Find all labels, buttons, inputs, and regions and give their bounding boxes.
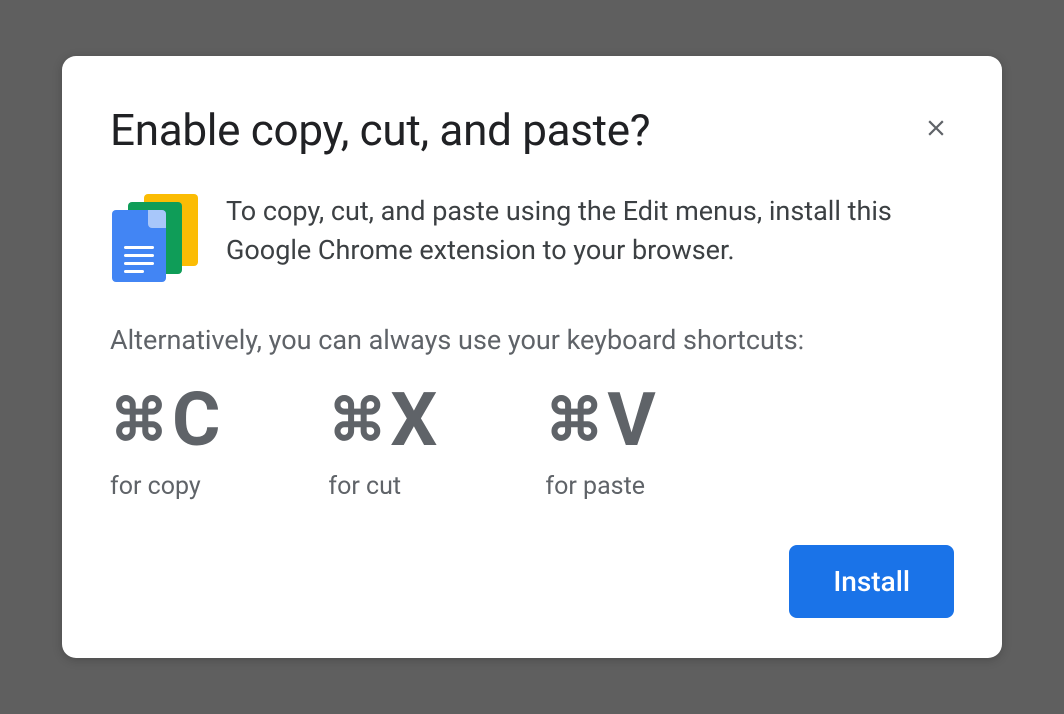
shortcut-paste-label: for paste — [545, 472, 653, 501]
close-button[interactable] — [918, 110, 954, 146]
kbd-cut: ⌘ X — [328, 384, 435, 458]
key-v: V — [607, 384, 653, 458]
command-key-icon: ⌘ — [545, 392, 603, 450]
shortcuts-row: ⌘ C for copy ⌘ X for cut ⌘ V for paste — [110, 384, 954, 501]
shortcut-cut: ⌘ X for cut — [328, 384, 435, 501]
kbd-copy: ⌘ C — [110, 384, 218, 458]
shortcut-copy: ⌘ C for copy — [110, 384, 218, 501]
key-c: C — [172, 384, 218, 458]
kbd-paste: ⌘ V — [545, 384, 653, 458]
shortcut-paste: ⌘ V for paste — [545, 384, 653, 501]
install-button[interactable]: Install — [789, 545, 954, 618]
key-x: X — [390, 384, 435, 458]
enable-clipboard-dialog: Enable copy, cut, and paste? To copy, cu… — [62, 56, 1002, 658]
dialog-actions: Install — [110, 545, 954, 618]
google-docs-suite-icon — [110, 192, 198, 280]
shortcut-cut-label: for cut — [328, 472, 435, 501]
alternative-text: Alternatively, you can always use your k… — [110, 324, 954, 356]
intro-row: To copy, cut, and paste using the Edit m… — [110, 192, 954, 280]
command-key-icon: ⌘ — [110, 392, 168, 450]
close-icon — [923, 115, 949, 141]
shortcut-copy-label: for copy — [110, 472, 218, 501]
dialog-header: Enable copy, cut, and paste? — [110, 104, 954, 156]
dialog-title: Enable copy, cut, and paste? — [110, 104, 650, 156]
command-key-icon: ⌘ — [328, 392, 386, 450]
intro-text: To copy, cut, and paste using the Edit m… — [226, 192, 954, 270]
